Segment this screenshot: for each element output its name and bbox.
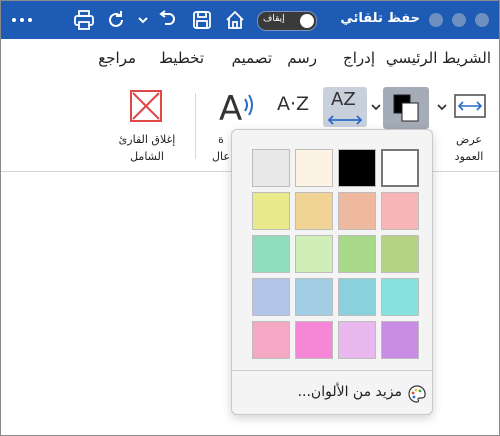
color-swatch[interactable]: [295, 192, 333, 230]
more-icon[interactable]: [9, 8, 35, 32]
tab-layout[interactable]: تخطيط: [159, 49, 204, 67]
tab-draw[interactable]: رسم: [287, 49, 317, 67]
tab-insert[interactable]: إدراج: [343, 49, 375, 67]
page-color-palette: مزيد من الألوان...: [231, 129, 433, 415]
autosave-toggle-label: إيقاف: [263, 14, 285, 24]
read-aloud-icon[interactable]: A: [217, 87, 261, 131]
ribbon-tabs: الشريط الرئيسي إدراج رسم تصميم تخطيط مرا…: [1, 39, 499, 79]
color-swatch[interactable]: [381, 192, 419, 230]
palette-divider: [232, 370, 432, 371]
svg-text:A: A: [219, 89, 242, 127]
window: إيقاف حفظ تلقائي الشريط الرئيسي إدراج رس…: [0, 0, 500, 436]
column-width-icon[interactable]: [453, 93, 487, 123]
window-close-button[interactable]: [429, 13, 443, 27]
save-icon[interactable]: [191, 9, 213, 31]
color-palette-icon: [408, 385, 426, 407]
color-swatch[interactable]: [381, 149, 419, 187]
title-bar: إيقاف حفظ تلقائي: [1, 1, 499, 39]
color-swatch[interactable]: [381, 235, 419, 273]
color-swatch[interactable]: [338, 192, 376, 230]
undo-icon[interactable]: [156, 9, 178, 31]
close-reader-icon[interactable]: [129, 89, 163, 127]
tab-references[interactable]: مراجع: [98, 49, 136, 67]
partial-label-top: ة: [218, 133, 224, 146]
close-reader-button[interactable]: إغلاق القارئ الشامل: [109, 131, 185, 165]
color-swatch[interactable]: [252, 149, 290, 187]
color-swatch[interactable]: [338, 321, 376, 359]
more-colors-button[interactable]: مزيد من الألوان...: [298, 384, 402, 400]
color-swatch[interactable]: [252, 278, 290, 316]
color-swatch[interactable]: [252, 321, 290, 359]
page-color-icon: [392, 93, 420, 127]
chevron-down-icon[interactable]: [137, 11, 149, 29]
tab-design[interactable]: تصميم: [232, 49, 272, 67]
partial-label-bottom: عال: [212, 150, 230, 163]
autosave-toggle[interactable]: إيقاف: [257, 11, 317, 31]
window-zoom-button[interactable]: [475, 13, 489, 27]
color-swatch[interactable]: [295, 149, 333, 187]
color-swatch[interactable]: [338, 235, 376, 273]
color-swatch[interactable]: [381, 278, 419, 316]
color-swatch[interactable]: [338, 149, 376, 187]
print-icon[interactable]: [73, 9, 95, 31]
color-swatch[interactable]: [295, 278, 333, 316]
group-divider: [195, 93, 196, 159]
double-arrow-icon: [327, 111, 363, 130]
window-minimize-button[interactable]: [452, 13, 466, 27]
color-swatch[interactable]: [252, 235, 290, 273]
color-swatch[interactable]: [338, 278, 376, 316]
color-swatch[interactable]: [381, 321, 419, 359]
syllables-button[interactable]: A·Z: [277, 93, 309, 115]
tab-home[interactable]: الشريط الرئيسي: [386, 49, 491, 67]
home-icon[interactable]: [224, 9, 246, 31]
column-width-button[interactable]: عرض العمود: [441, 131, 497, 165]
text-spacing-label: AZ: [331, 89, 356, 110]
repeat-icon[interactable]: [105, 9, 127, 31]
color-swatch[interactable]: [252, 192, 290, 230]
chevron-down-icon[interactable]: [437, 97, 447, 116]
text-spacing-button[interactable]: AZ: [323, 87, 367, 127]
chevron-down-icon[interactable]: [371, 97, 381, 116]
color-swatch[interactable]: [295, 321, 333, 359]
toggle-knob: [300, 14, 314, 28]
autosave-title: حفظ تلقائي: [340, 11, 420, 26]
page-color-button[interactable]: [383, 87, 429, 129]
color-swatch[interactable]: [295, 235, 333, 273]
